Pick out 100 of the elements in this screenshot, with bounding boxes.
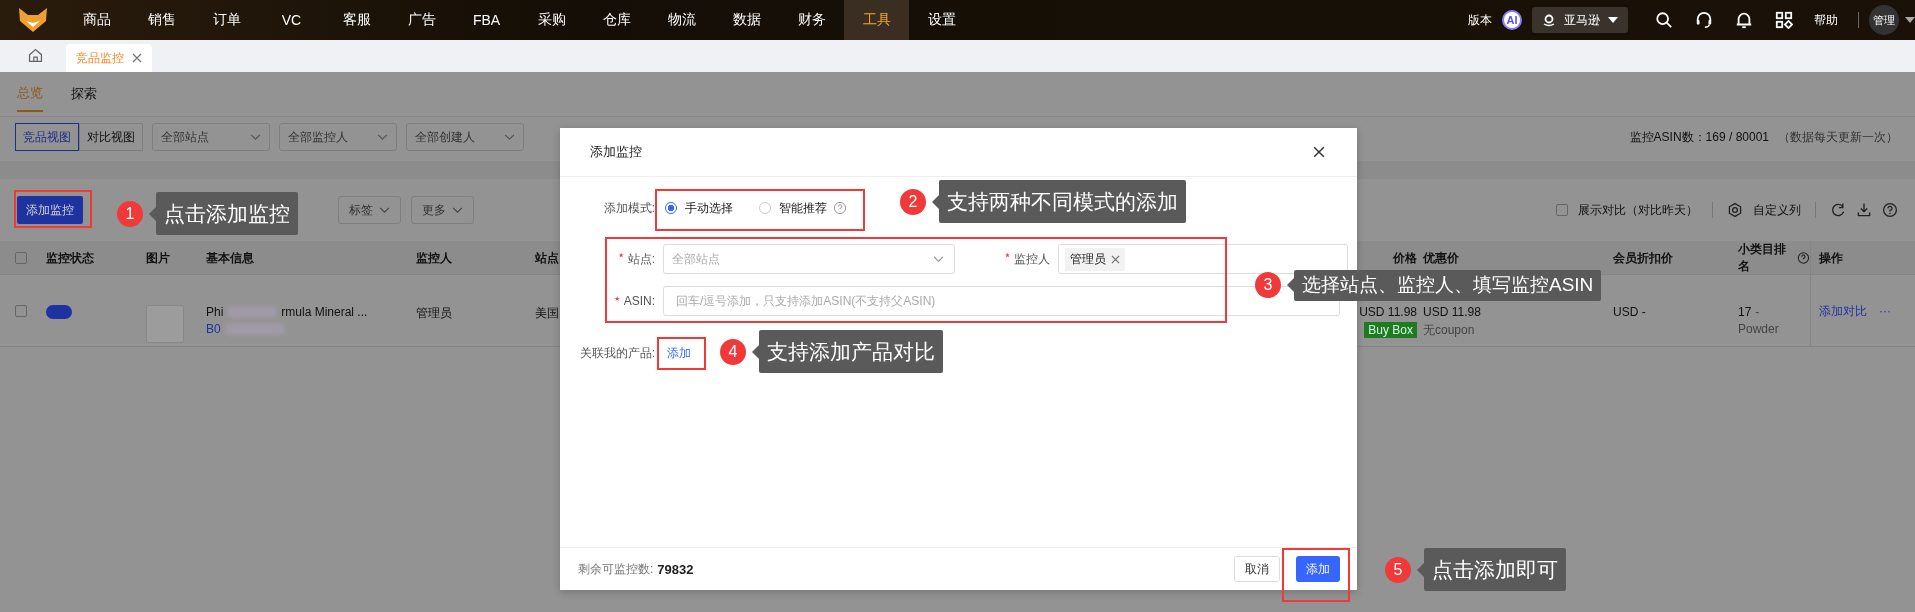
update-note: （数据每天更新一次） — [1778, 128, 1898, 146]
filter-dropdown[interactable]: 全部监控人 — [279, 123, 397, 151]
caret-icon[interactable] — [1905, 17, 1915, 23]
nav-menu-item[interactable]: 商品 — [64, 0, 129, 40]
dropdown-placeholder: 全部监控人 — [288, 128, 348, 146]
help-icon[interactable] — [1882, 202, 1898, 218]
required-mark-icon — [1005, 252, 1010, 258]
step-badge-tooltip: 1 — [117, 200, 143, 227]
dialog-title: 添加监控 — [590, 143, 642, 161]
nav-menu-item[interactable]: 财务 — [779, 0, 844, 40]
confirm-add-button[interactable]: 添加 — [1296, 556, 1340, 582]
add-monitor-button[interactable]: 添加监控 — [17, 196, 83, 224]
callout-tooltip: 点击添加即可 — [1424, 548, 1566, 592]
callout-tooltip: 选择站点、监控人、填写监控ASIN — [1294, 270, 1602, 301]
nav-menu-item[interactable]: 客服 — [324, 0, 389, 40]
step-badge-tooltip: 5 — [1385, 556, 1411, 583]
column-header: 价格 — [1393, 249, 1418, 267]
product-title[interactable]: Phi — [206, 305, 224, 319]
monitor-toggle[interactable] — [46, 305, 72, 319]
column-header: 监控状态 — [46, 249, 95, 267]
search-icon[interactable] — [1655, 11, 1673, 29]
select-placeholder: 全部站点 — [672, 250, 720, 268]
column-header: 站点 — [535, 249, 560, 267]
version-link[interactable]: 版本 — [1468, 11, 1492, 29]
nav-menu-item[interactable]: 数据 — [714, 0, 779, 40]
highlight-frame — [657, 337, 706, 370]
product-title[interactable]: rmula Mineral ... — [281, 305, 368, 319]
chevron-down-icon — [250, 133, 261, 141]
callout-tooltip: 支持两种不同模式的添加 — [939, 180, 1186, 224]
table-cell-text: 美国 — [535, 305, 560, 322]
help-icon[interactable] — [1797, 251, 1810, 265]
coupon-text: 无coupon — [1423, 322, 1475, 339]
compare-label: 展示对比（对比昨天） — [1578, 201, 1698, 219]
nav-menu-item[interactable]: 工具 — [844, 0, 909, 40]
column-header: 基本信息 — [206, 249, 255, 267]
buy-box-badge: Buy Box — [1364, 322, 1417, 338]
column-header: 操作 — [1810, 241, 1915, 275]
price-text: USD 11.98 — [1423, 305, 1481, 319]
column-header: 会员折扣价 — [1613, 249, 1674, 267]
table-cell-text: 管理员 — [416, 305, 453, 322]
rank-change-text: - — [1755, 305, 1760, 319]
asin-count-text: 监控ASIN数：169 / 80001 — [1629, 128, 1769, 146]
rank-text: 17 — [1738, 305, 1752, 319]
dropdown-button[interactable]: 更多 — [411, 196, 474, 224]
radio-label[interactable]: 智能推荐 — [779, 199, 847, 217]
select-all-checkbox[interactable] — [15, 252, 27, 264]
field-label: 关联我的产品: — [578, 344, 655, 362]
bell-icon[interactable] — [1735, 11, 1753, 29]
nav-menu-item[interactable]: 设置 — [909, 0, 974, 40]
store-selector[interactable]: 亚马逊 — [1532, 7, 1628, 33]
apps-grid-icon[interactable] — [1775, 11, 1793, 29]
row-checkbox[interactable] — [15, 305, 27, 317]
compare-checkbox[interactable] — [1556, 204, 1568, 216]
filter-dropdown[interactable]: 全部站点 — [152, 123, 270, 151]
column-header: 优惠价 — [1423, 249, 1460, 267]
callout-tooltip: 点击添加监控 — [156, 192, 298, 236]
ai-badge[interactable]: AI — [1502, 10, 1522, 30]
download-icon[interactable] — [1856, 202, 1872, 218]
remaining-count-value: 79832 — [657, 561, 694, 577]
nav-menu-item[interactable]: VC — [259, 0, 324, 40]
headset-icon[interactable] — [1695, 11, 1713, 29]
category-text: Powder — [1738, 322, 1779, 336]
nav-menu-item[interactable]: 采购 — [519, 0, 584, 40]
help-icon[interactable] — [833, 201, 847, 215]
fox-logo-icon[interactable] — [18, 7, 48, 33]
view-toggle-button[interactable]: 对比视图 — [79, 123, 143, 151]
nav-menu-item[interactable]: 订单 — [194, 0, 259, 40]
highlight-frame — [1282, 548, 1350, 602]
help-link[interactable]: 帮助 — [1814, 11, 1838, 29]
radio-button[interactable] — [665, 202, 677, 214]
close-icon[interactable] — [1313, 146, 1325, 158]
caret-icon — [1608, 17, 1618, 23]
nav-menu-item[interactable]: 广告 — [389, 0, 454, 40]
section-tab[interactable]: 探索 — [71, 77, 97, 111]
price-text: USD 11.98 — [1359, 305, 1417, 319]
home-icon[interactable] — [27, 47, 44, 64]
nav-menu-item[interactable]: 物流 — [649, 0, 714, 40]
filter-dropdown[interactable]: 全部创建人 — [406, 123, 524, 151]
refresh-icon[interactable] — [1830, 202, 1846, 218]
chevron-down-icon — [504, 133, 515, 141]
column-header: 图片 — [146, 249, 171, 267]
cancel-button[interactable]: 取消 — [1234, 556, 1280, 582]
tag-label: 管理员 — [1070, 250, 1106, 268]
nav-menu-item[interactable]: FBA — [454, 0, 519, 40]
add-related-product-link[interactable]: 添加 — [667, 344, 691, 362]
remaining-count-label: 剩余可监控数: — [578, 560, 654, 578]
add-compare-link[interactable]: 添加对比 — [1819, 302, 1867, 320]
custom-columns-button[interactable]: 自定义列 — [1753, 201, 1801, 219]
view-toggle-button[interactable]: 竞品视图 — [15, 123, 79, 151]
user-avatar[interactable]: 管理 — [1869, 5, 1899, 35]
settings-icon[interactable] — [1727, 202, 1743, 218]
required-mark-icon — [614, 296, 620, 301]
radio-label[interactable]: 手动选择 — [685, 199, 733, 217]
nav-menu-item[interactable]: 仓库 — [584, 0, 649, 40]
nav-menu-item[interactable]: 销售 — [129, 0, 194, 40]
field-label: ASIN: — [623, 294, 655, 308]
required-mark-icon — [618, 252, 624, 258]
chevron-down-icon — [452, 206, 463, 214]
table-cell-text: USD - — [1613, 305, 1647, 319]
dropdown-button[interactable]: 标签 — [338, 196, 401, 224]
